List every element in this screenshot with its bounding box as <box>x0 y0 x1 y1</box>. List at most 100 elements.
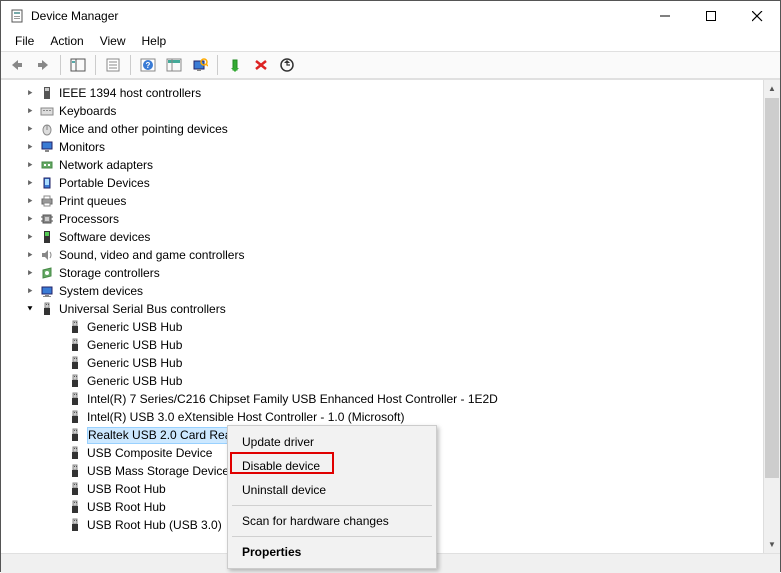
category-label: Software devices <box>59 228 150 246</box>
device-label: USB Root Hub <box>87 498 166 516</box>
category-label: System devices <box>59 282 143 300</box>
expander-closed-icon[interactable]: ⯈ <box>23 230 37 244</box>
keyboard-icon <box>39 103 55 119</box>
device-label: Generic USB Hub <box>87 336 182 354</box>
back-button[interactable] <box>5 54 29 76</box>
tree-device-item[interactable]: Intel(R) 7 Series/C216 Chipset Family US… <box>9 390 762 408</box>
tree-device-item[interactable]: Intel(R) USB 3.0 eXtensible Host Control… <box>9 408 762 426</box>
update-driver-button[interactable] <box>275 54 299 76</box>
usb-icon <box>67 337 83 353</box>
expander-closed-icon[interactable]: ⯈ <box>23 140 37 154</box>
separator <box>232 536 432 537</box>
tree-device-item[interactable]: Generic USB Hub <box>9 354 762 372</box>
tree-category[interactable]: ⯈ System devices <box>9 282 762 300</box>
device-label: Intel(R) USB 3.0 eXtensible Host Control… <box>87 408 404 426</box>
expander-closed-icon[interactable]: ⯈ <box>23 266 37 280</box>
properties-button[interactable] <box>101 54 125 76</box>
help-button[interactable]: ? <box>136 54 160 76</box>
ctx-scan-hardware[interactable]: Scan for hardware changes <box>230 509 434 533</box>
expander-placeholder <box>51 392 65 406</box>
ctx-uninstall-device[interactable]: Uninstall device <box>230 478 434 502</box>
expander-placeholder <box>51 374 65 388</box>
tree-category[interactable]: ⯈ Network adapters <box>9 156 762 174</box>
expander-closed-icon[interactable]: ⯈ <box>23 158 37 172</box>
device-label: Generic USB Hub <box>87 354 182 372</box>
expander-closed-icon[interactable]: ⯈ <box>23 122 37 136</box>
tree-category[interactable]: ⯈ Processors <box>9 210 762 228</box>
separator <box>60 55 61 75</box>
tree-category[interactable]: ⯈ Software devices <box>9 228 762 246</box>
software-icon <box>39 229 55 245</box>
printer-icon <box>39 193 55 209</box>
toolbar: ? <box>1 51 780 79</box>
expander-closed-icon[interactable]: ⯈ <box>23 86 37 100</box>
tree-category[interactable]: ⯈Monitors <box>9 138 762 156</box>
category-label: IEEE 1394 host controllers <box>59 84 201 102</box>
forward-button[interactable] <box>31 54 55 76</box>
expander-closed-icon[interactable]: ⯈ <box>23 248 37 262</box>
ctx-update-driver[interactable]: Update driver <box>230 430 434 454</box>
scroll-up-button[interactable]: ▲ <box>764 80 780 97</box>
tree-category[interactable]: ⯈Mice and other pointing devices <box>9 120 762 138</box>
uninstall-device-button[interactable] <box>249 54 273 76</box>
menu-view[interactable]: View <box>92 32 134 50</box>
titlebar: Device Manager <box>1 1 780 31</box>
system-icon <box>39 283 55 299</box>
usb-icon <box>67 355 83 371</box>
close-button[interactable] <box>734 1 780 31</box>
tree-device-item[interactable]: Generic USB Hub <box>9 336 762 354</box>
sound-icon <box>39 247 55 263</box>
expander-open-icon[interactable]: ⯆ <box>23 302 37 316</box>
expander-closed-icon[interactable]: ⯈ <box>23 104 37 118</box>
tree-category[interactable]: ⯈Keyboards <box>9 102 762 120</box>
window-title: Device Manager <box>31 9 642 23</box>
scan-hardware-button[interactable] <box>188 54 212 76</box>
device-label: Generic USB Hub <box>87 372 182 390</box>
ctx-properties[interactable]: Properties <box>230 540 434 564</box>
separator <box>95 55 96 75</box>
expander-placeholder <box>51 338 65 352</box>
maximize-button[interactable] <box>688 1 734 31</box>
usb-icon <box>39 301 55 317</box>
action-button[interactable] <box>162 54 186 76</box>
device-label: Intel(R) 7 Series/C216 Chipset Family US… <box>87 390 498 408</box>
menu-help[interactable]: Help <box>134 32 175 50</box>
device-label: Generic USB Hub <box>87 318 182 336</box>
device-label: USB Composite Device <box>87 444 212 462</box>
expander-closed-icon[interactable]: ⯈ <box>23 212 37 226</box>
usb-icon <box>67 427 83 443</box>
tree-device-item[interactable]: Generic USB Hub <box>9 318 762 336</box>
vertical-scrollbar[interactable]: ▲ ▼ <box>763 80 780 553</box>
category-label: Network adapters <box>59 156 153 174</box>
tree-device-item[interactable]: Generic USB Hub <box>9 372 762 390</box>
tree-category[interactable]: ⯈ Print queues <box>9 192 762 210</box>
tree-category[interactable]: ⯈Sound, video and game controllers <box>9 246 762 264</box>
expander-placeholder <box>51 428 65 442</box>
usb-icon <box>67 463 83 479</box>
menubar: File Action View Help <box>1 31 780 51</box>
tree-category[interactable]: ⯆Universal Serial Bus controllers <box>9 300 762 318</box>
tree-category[interactable]: ⯈Portable Devices <box>9 174 762 192</box>
expander-placeholder <box>51 446 65 460</box>
menu-action[interactable]: Action <box>42 32 91 50</box>
category-label: Processors <box>59 210 119 228</box>
tree-category[interactable]: ⯈Storage controllers <box>9 264 762 282</box>
window-controls <box>642 1 780 31</box>
ctx-disable-device[interactable]: Disable device <box>230 454 434 478</box>
mouse-icon <box>39 121 55 137</box>
menu-file[interactable]: File <box>7 32 42 50</box>
usb-icon <box>67 409 83 425</box>
expander-closed-icon[interactable]: ⯈ <box>23 176 37 190</box>
show-hide-console-button[interactable] <box>66 54 90 76</box>
expander-closed-icon[interactable]: ⯈ <box>23 194 37 208</box>
expander-placeholder <box>51 518 65 532</box>
enable-device-button[interactable] <box>223 54 247 76</box>
scroll-thumb[interactable] <box>765 98 779 478</box>
usb-icon <box>67 373 83 389</box>
minimize-button[interactable] <box>642 1 688 31</box>
category-label: Print queues <box>59 192 126 210</box>
tree-category[interactable]: ⯈ IEEE 1394 host controllers <box>9 84 762 102</box>
usb-icon <box>67 499 83 515</box>
expander-closed-icon[interactable]: ⯈ <box>23 284 37 298</box>
scroll-down-button[interactable]: ▼ <box>764 536 780 553</box>
